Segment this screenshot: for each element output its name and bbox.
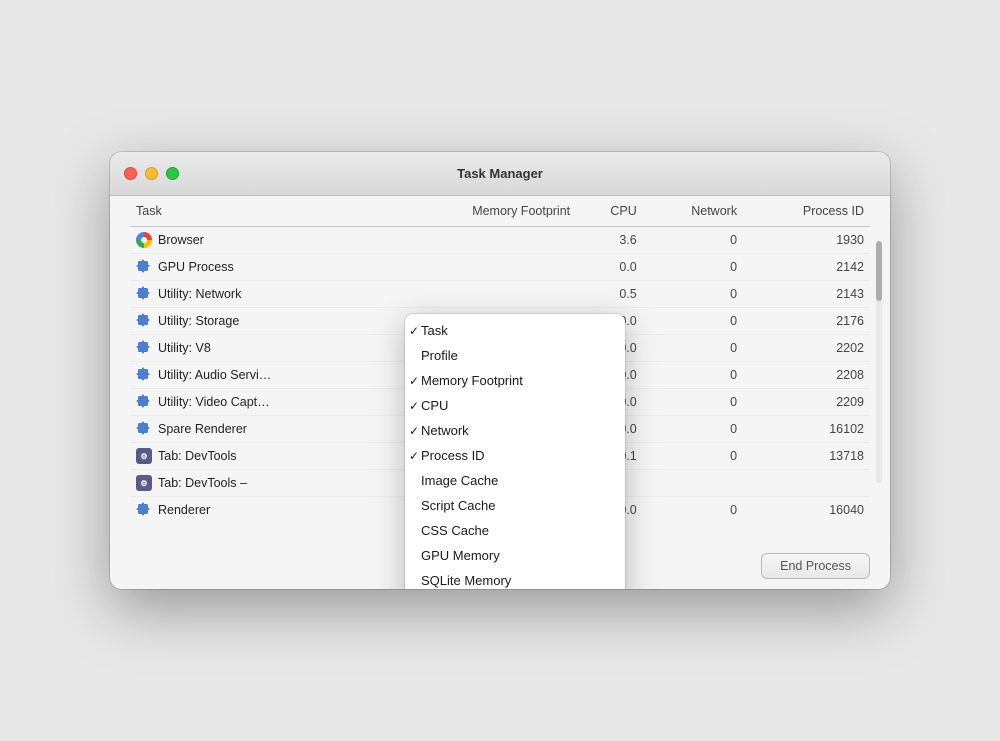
task-name: Renderer bbox=[158, 503, 210, 517]
pid-cell: 2202 bbox=[743, 335, 870, 362]
task-cell: Utility: Video Capt… bbox=[130, 389, 385, 416]
menu-item-css-cache[interactable]: CSS Cache bbox=[405, 518, 625, 543]
pid-cell: 2176 bbox=[743, 308, 870, 335]
pid-cell bbox=[743, 470, 870, 497]
col-memory: Memory Footprint bbox=[385, 196, 576, 227]
devtools-icon: ⚙ bbox=[136, 475, 152, 491]
network-cell: 0 bbox=[643, 281, 743, 308]
network-cell: 0 bbox=[643, 443, 743, 470]
task-cell: GPU Process bbox=[130, 254, 385, 281]
pid-cell: 16102 bbox=[743, 416, 870, 443]
network-cell: 0 bbox=[643, 227, 743, 254]
maximize-button[interactable] bbox=[166, 167, 179, 180]
menu-item-sqlite-memory[interactable]: SQLite Memory bbox=[405, 568, 625, 589]
menu-item-label: Script Cache bbox=[421, 498, 495, 513]
task-cell: Utility: V8 bbox=[130, 335, 385, 362]
col-task: Task bbox=[130, 196, 385, 227]
task-name: Utility: Audio Servi… bbox=[158, 368, 271, 382]
end-process-button[interactable]: End Process bbox=[761, 553, 870, 579]
pid-cell: 2143 bbox=[743, 281, 870, 308]
network-cell: 0 bbox=[643, 335, 743, 362]
cpu-cell: 3.6 bbox=[576, 227, 643, 254]
pid-cell: 1930 bbox=[743, 227, 870, 254]
task-cell: Browser bbox=[130, 227, 385, 254]
menu-item-label: SQLite Memory bbox=[421, 573, 511, 588]
chrome-icon bbox=[136, 232, 152, 248]
menu-item-label: Network bbox=[421, 423, 469, 438]
task-name: Utility: V8 bbox=[158, 341, 211, 355]
table-row[interactable]: Browser 3.6 0 1930 bbox=[130, 227, 870, 254]
pid-cell: 2142 bbox=[743, 254, 870, 281]
task-name: Spare Renderer bbox=[158, 422, 247, 436]
table-row[interactable]: GPU Process 0.0 0 2142 bbox=[130, 254, 870, 281]
task-name: GPU Process bbox=[158, 260, 234, 274]
titlebar: Task Manager bbox=[110, 152, 890, 196]
table-header-row: Task Memory Footprint CPU Network Proces… bbox=[130, 196, 870, 227]
network-cell: 0 bbox=[643, 362, 743, 389]
network-cell: 0 bbox=[643, 497, 743, 524]
menu-item-profile[interactable]: Profile bbox=[405, 343, 625, 368]
task-name: Utility: Network bbox=[158, 287, 241, 301]
task-cell: Renderer bbox=[130, 497, 385, 524]
column-dropdown-menu[interactable]: Task Profile Memory Footprint CPU Network Pro… bbox=[405, 314, 625, 589]
menu-item-task[interactable]: Task bbox=[405, 318, 625, 343]
menu-item-label: Image Cache bbox=[421, 473, 498, 488]
task-cell: Utility: Audio Servi… bbox=[130, 362, 385, 389]
menu-item-label: CSS Cache bbox=[421, 523, 489, 538]
window-title: Task Manager bbox=[457, 166, 543, 181]
task-cell: ⚙ Tab: DevTools – bbox=[130, 470, 385, 497]
task-cell: ⚙ Tab: DevTools bbox=[130, 443, 385, 470]
network-cell: 0 bbox=[643, 254, 743, 281]
pid-cell: 2208 bbox=[743, 362, 870, 389]
menu-item-image-cache[interactable]: Image Cache bbox=[405, 468, 625, 493]
pid-cell: 16040 bbox=[743, 497, 870, 524]
network-cell bbox=[643, 470, 743, 497]
cpu-cell: 0.0 bbox=[576, 254, 643, 281]
task-name: Tab: DevTools – bbox=[158, 476, 247, 490]
menu-item-label: Memory Footprint bbox=[421, 373, 523, 388]
table-container: Task Memory Footprint CPU Network Proces… bbox=[110, 196, 890, 543]
pid-cell: 13718 bbox=[743, 443, 870, 470]
col-cpu: CPU bbox=[576, 196, 643, 227]
table-row[interactable]: Utility: Network 0.5 0 2143 bbox=[130, 281, 870, 308]
col-network: Network bbox=[643, 196, 743, 227]
memory-cell bbox=[385, 281, 576, 308]
menu-item-label: CPU bbox=[421, 398, 448, 413]
minimize-button[interactable] bbox=[145, 167, 158, 180]
cpu-cell: 0.5 bbox=[576, 281, 643, 308]
devtools-icon: ⚙ bbox=[136, 448, 152, 464]
network-cell: 0 bbox=[643, 416, 743, 443]
task-name: Tab: DevTools bbox=[158, 449, 237, 463]
menu-item-cpu[interactable]: CPU bbox=[405, 393, 625, 418]
menu-item-label: Process ID bbox=[421, 448, 485, 463]
menu-item-process-id[interactable]: Process ID bbox=[405, 443, 625, 468]
menu-item-memory-footprint[interactable]: Memory Footprint bbox=[405, 368, 625, 393]
pid-cell: 2209 bbox=[743, 389, 870, 416]
task-cell: Spare Renderer bbox=[130, 416, 385, 443]
memory-cell bbox=[385, 227, 576, 254]
memory-cell bbox=[385, 254, 576, 281]
menu-item-label: Task bbox=[421, 323, 448, 338]
task-name: Browser bbox=[158, 233, 204, 247]
task-name: Utility: Video Capt… bbox=[158, 395, 270, 409]
menu-item-script-cache[interactable]: Script Cache bbox=[405, 493, 625, 518]
scrollbar-track bbox=[876, 241, 882, 483]
task-name: Utility: Storage bbox=[158, 314, 239, 328]
traffic-lights bbox=[124, 167, 179, 180]
task-cell: Utility: Network bbox=[130, 281, 385, 308]
scrollbar-thumb[interactable] bbox=[876, 241, 882, 301]
task-manager-window: Task Manager Task Memory Footprint CPU N… bbox=[110, 152, 890, 589]
network-cell: 0 bbox=[643, 389, 743, 416]
window-body: Task Memory Footprint CPU Network Proces… bbox=[110, 196, 890, 589]
menu-item-label: Profile bbox=[421, 348, 458, 363]
menu-item-gpu-memory[interactable]: GPU Memory bbox=[405, 543, 625, 568]
close-button[interactable] bbox=[124, 167, 137, 180]
network-cell: 0 bbox=[643, 308, 743, 335]
menu-item-label: GPU Memory bbox=[421, 548, 500, 563]
task-cell: Utility: Storage bbox=[130, 308, 385, 335]
menu-item-network[interactable]: Network bbox=[405, 418, 625, 443]
scrollbar[interactable] bbox=[876, 241, 884, 483]
col-pid: Process ID bbox=[743, 196, 870, 227]
